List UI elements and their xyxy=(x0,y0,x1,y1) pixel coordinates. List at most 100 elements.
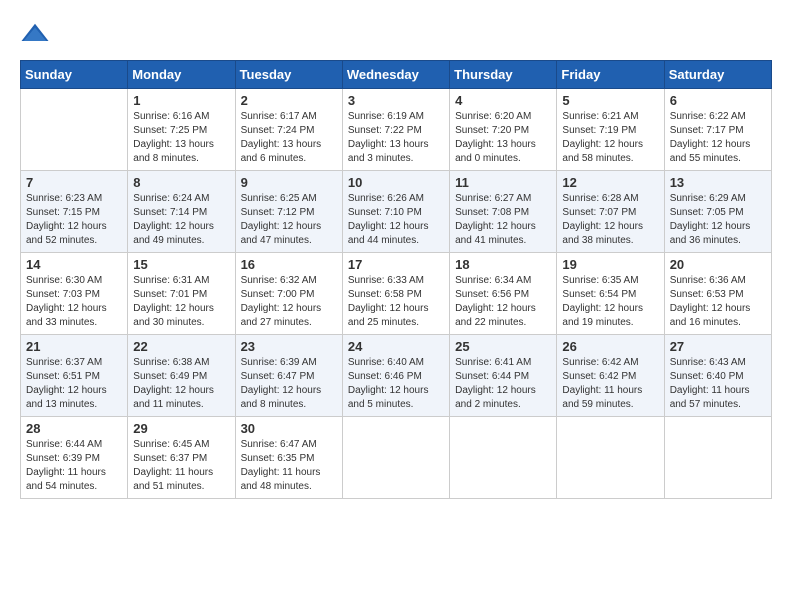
calendar-week-3: 21Sunrise: 6:37 AM Sunset: 6:51 PM Dayli… xyxy=(21,335,772,417)
day-number: 27 xyxy=(670,339,766,354)
day-number: 5 xyxy=(562,93,658,108)
day-number: 16 xyxy=(241,257,337,272)
calendar-cell: 23 Sunrise: 6:39 AM Sunset: 6:47 PM Dayli… xyxy=(235,335,342,417)
day-info: Sunrise: 6:19 AM Sunset: 7:22 PM Dayligh… xyxy=(348,110,444,166)
logo-icon xyxy=(20,20,50,50)
day-info: Sunrise: 6:30 AM Sunset: 7:03 PM Dayligh… xyxy=(26,274,122,330)
calendar-cell xyxy=(557,417,664,499)
day-number: 8 xyxy=(133,175,229,190)
day-info: Sunrise: 6:47 AM Sunset: 6:35 PM Dayligh… xyxy=(241,438,337,494)
calendar-cell: 18 Sunrise: 6:34 AM Sunset: 6:56 PM Dayli… xyxy=(450,253,557,335)
day-info: Sunrise: 6:22 AM Sunset: 7:17 PM Dayligh… xyxy=(670,110,766,166)
day-number: 4 xyxy=(455,93,551,108)
day-info: Sunrise: 6:35 AM Sunset: 6:54 PM Dayligh… xyxy=(562,274,658,330)
day-number: 20 xyxy=(670,257,766,272)
day-info: Sunrise: 6:16 AM Sunset: 7:25 PM Dayligh… xyxy=(133,110,229,166)
calendar-cell: 4 Sunrise: 6:20 AM Sunset: 7:20 PM Daylig… xyxy=(450,89,557,171)
day-number: 14 xyxy=(26,257,122,272)
day-number: 23 xyxy=(241,339,337,354)
calendar-week-4: 28Sunrise: 6:44 AM Sunset: 6:39 PM Dayli… xyxy=(21,417,772,499)
day-info: Sunrise: 6:27 AM Sunset: 7:08 PM Dayligh… xyxy=(455,192,551,248)
weekday-header-monday: Monday xyxy=(128,61,235,89)
day-number: 29 xyxy=(133,421,229,436)
day-info: Sunrise: 6:45 AM Sunset: 6:37 PM Dayligh… xyxy=(133,438,229,494)
calendar-cell: 26 Sunrise: 6:42 AM Sunset: 6:42 PM Dayli… xyxy=(557,335,664,417)
day-info: Sunrise: 6:43 AM Sunset: 6:40 PM Dayligh… xyxy=(670,356,766,412)
calendar-cell: 10 Sunrise: 6:26 AM Sunset: 7:10 PM Dayli… xyxy=(342,171,449,253)
calendar-cell: 3 Sunrise: 6:19 AM Sunset: 7:22 PM Daylig… xyxy=(342,89,449,171)
calendar-cell: 14 Sunrise: 6:30 AM Sunset: 7:03 PM Dayli… xyxy=(21,253,128,335)
day-info: Sunrise: 6:36 AM Sunset: 6:53 PM Dayligh… xyxy=(670,274,766,330)
day-number: 10 xyxy=(348,175,444,190)
day-number: 18 xyxy=(455,257,551,272)
day-info: Sunrise: 6:39 AM Sunset: 6:47 PM Dayligh… xyxy=(241,356,337,412)
calendar-cell: 25Sunrise: 6:41 AM Sunset: 6:44 PM Dayli… xyxy=(450,335,557,417)
day-number: 26 xyxy=(562,339,658,354)
day-info: Sunrise: 6:24 AM Sunset: 7:14 PM Dayligh… xyxy=(133,192,229,248)
weekday-header-friday: Friday xyxy=(557,61,664,89)
calendar-cell: 8 Sunrise: 6:24 AM Sunset: 7:14 PM Daylig… xyxy=(128,171,235,253)
day-info: Sunrise: 6:42 AM Sunset: 6:42 PM Dayligh… xyxy=(562,356,658,412)
weekday-header-tuesday: Tuesday xyxy=(235,61,342,89)
calendar-cell: 30Sunrise: 6:47 AM Sunset: 6:35 PM Dayli… xyxy=(235,417,342,499)
calendar-cell xyxy=(21,89,128,171)
day-number: 19 xyxy=(562,257,658,272)
day-info: Sunrise: 6:44 AM Sunset: 6:39 PM Dayligh… xyxy=(26,438,122,494)
calendar-cell: 15 Sunrise: 6:31 AM Sunset: 7:01 PM Dayli… xyxy=(128,253,235,335)
calendar-week-1: 7 Sunrise: 6:23 AM Sunset: 7:15 PM Daylig… xyxy=(21,171,772,253)
day-number: 24 xyxy=(348,339,444,354)
calendar-cell: 17 Sunrise: 6:33 AM Sunset: 6:58 PM Dayli… xyxy=(342,253,449,335)
day-info: Sunrise: 6:20 AM Sunset: 7:20 PM Dayligh… xyxy=(455,110,551,166)
calendar-cell: 2 Sunrise: 6:17 AM Sunset: 7:24 PM Daylig… xyxy=(235,89,342,171)
day-number: 25 xyxy=(455,339,551,354)
weekday-header-sunday: Sunday xyxy=(21,61,128,89)
day-number: 15 xyxy=(133,257,229,272)
day-number: 6 xyxy=(670,93,766,108)
day-info: Sunrise: 6:31 AM Sunset: 7:01 PM Dayligh… xyxy=(133,274,229,330)
day-info: Sunrise: 6:33 AM Sunset: 6:58 PM Dayligh… xyxy=(348,274,444,330)
calendar-cell: 20 Sunrise: 6:36 AM Sunset: 6:53 PM Dayli… xyxy=(664,253,771,335)
calendar-cell xyxy=(450,417,557,499)
calendar-cell: 12Sunrise: 6:28 AM Sunset: 7:07 PM Dayli… xyxy=(557,171,664,253)
page-header xyxy=(20,20,772,50)
day-number: 17 xyxy=(348,257,444,272)
day-number: 3 xyxy=(348,93,444,108)
calendar-cell: 6 Sunrise: 6:22 AM Sunset: 7:17 PM Daylig… xyxy=(664,89,771,171)
calendar-cell xyxy=(342,417,449,499)
day-info: Sunrise: 6:28 AM Sunset: 7:07 PM Dayligh… xyxy=(562,192,658,248)
day-number: 22 xyxy=(133,339,229,354)
calendar-cell: 29 Sunrise: 6:45 AM Sunset: 6:37 PM Dayli… xyxy=(128,417,235,499)
calendar-table: SundayMondayTuesdayWednesdayThursdayFrid… xyxy=(20,60,772,499)
calendar-header: SundayMondayTuesdayWednesdayThursdayFrid… xyxy=(21,61,772,89)
day-number: 11 xyxy=(455,175,551,190)
day-info: Sunrise: 6:29 AM Sunset: 7:05 PM Dayligh… xyxy=(670,192,766,248)
calendar-week-0: 1 Sunrise: 6:16 AM Sunset: 7:25 PM Daylig… xyxy=(21,89,772,171)
logo xyxy=(20,20,54,50)
day-number: 2 xyxy=(241,93,337,108)
calendar-cell: 9Sunrise: 6:25 AM Sunset: 7:12 PM Daylig… xyxy=(235,171,342,253)
calendar-cell: 1 Sunrise: 6:16 AM Sunset: 7:25 PM Daylig… xyxy=(128,89,235,171)
weekday-header-thursday: Thursday xyxy=(450,61,557,89)
day-number: 21 xyxy=(26,339,122,354)
day-number: 1 xyxy=(133,93,229,108)
day-info: Sunrise: 6:26 AM Sunset: 7:10 PM Dayligh… xyxy=(348,192,444,248)
calendar-cell: 21Sunrise: 6:37 AM Sunset: 6:51 PM Dayli… xyxy=(21,335,128,417)
calendar-cell: 13 Sunrise: 6:29 AM Sunset: 7:05 PM Dayli… xyxy=(664,171,771,253)
calendar-cell: 7 Sunrise: 6:23 AM Sunset: 7:15 PM Daylig… xyxy=(21,171,128,253)
calendar-week-2: 14 Sunrise: 6:30 AM Sunset: 7:03 PM Dayli… xyxy=(21,253,772,335)
day-info: Sunrise: 6:21 AM Sunset: 7:19 PM Dayligh… xyxy=(562,110,658,166)
weekday-header-wednesday: Wednesday xyxy=(342,61,449,89)
day-number: 7 xyxy=(26,175,122,190)
calendar-cell: 27 Sunrise: 6:43 AM Sunset: 6:40 PM Dayli… xyxy=(664,335,771,417)
day-info: Sunrise: 6:32 AM Sunset: 7:00 PM Dayligh… xyxy=(241,274,337,330)
calendar-cell: 24Sunrise: 6:40 AM Sunset: 6:46 PM Dayli… xyxy=(342,335,449,417)
day-info: Sunrise: 6:34 AM Sunset: 6:56 PM Dayligh… xyxy=(455,274,551,330)
day-info: Sunrise: 6:23 AM Sunset: 7:15 PM Dayligh… xyxy=(26,192,122,248)
day-info: Sunrise: 6:38 AM Sunset: 6:49 PM Dayligh… xyxy=(133,356,229,412)
day-number: 13 xyxy=(670,175,766,190)
weekday-row: SundayMondayTuesdayWednesdayThursdayFrid… xyxy=(21,61,772,89)
day-info: Sunrise: 6:25 AM Sunset: 7:12 PM Dayligh… xyxy=(241,192,337,248)
calendar-cell: 19 Sunrise: 6:35 AM Sunset: 6:54 PM Dayli… xyxy=(557,253,664,335)
calendar-cell: 28Sunrise: 6:44 AM Sunset: 6:39 PM Dayli… xyxy=(21,417,128,499)
day-info: Sunrise: 6:17 AM Sunset: 7:24 PM Dayligh… xyxy=(241,110,337,166)
